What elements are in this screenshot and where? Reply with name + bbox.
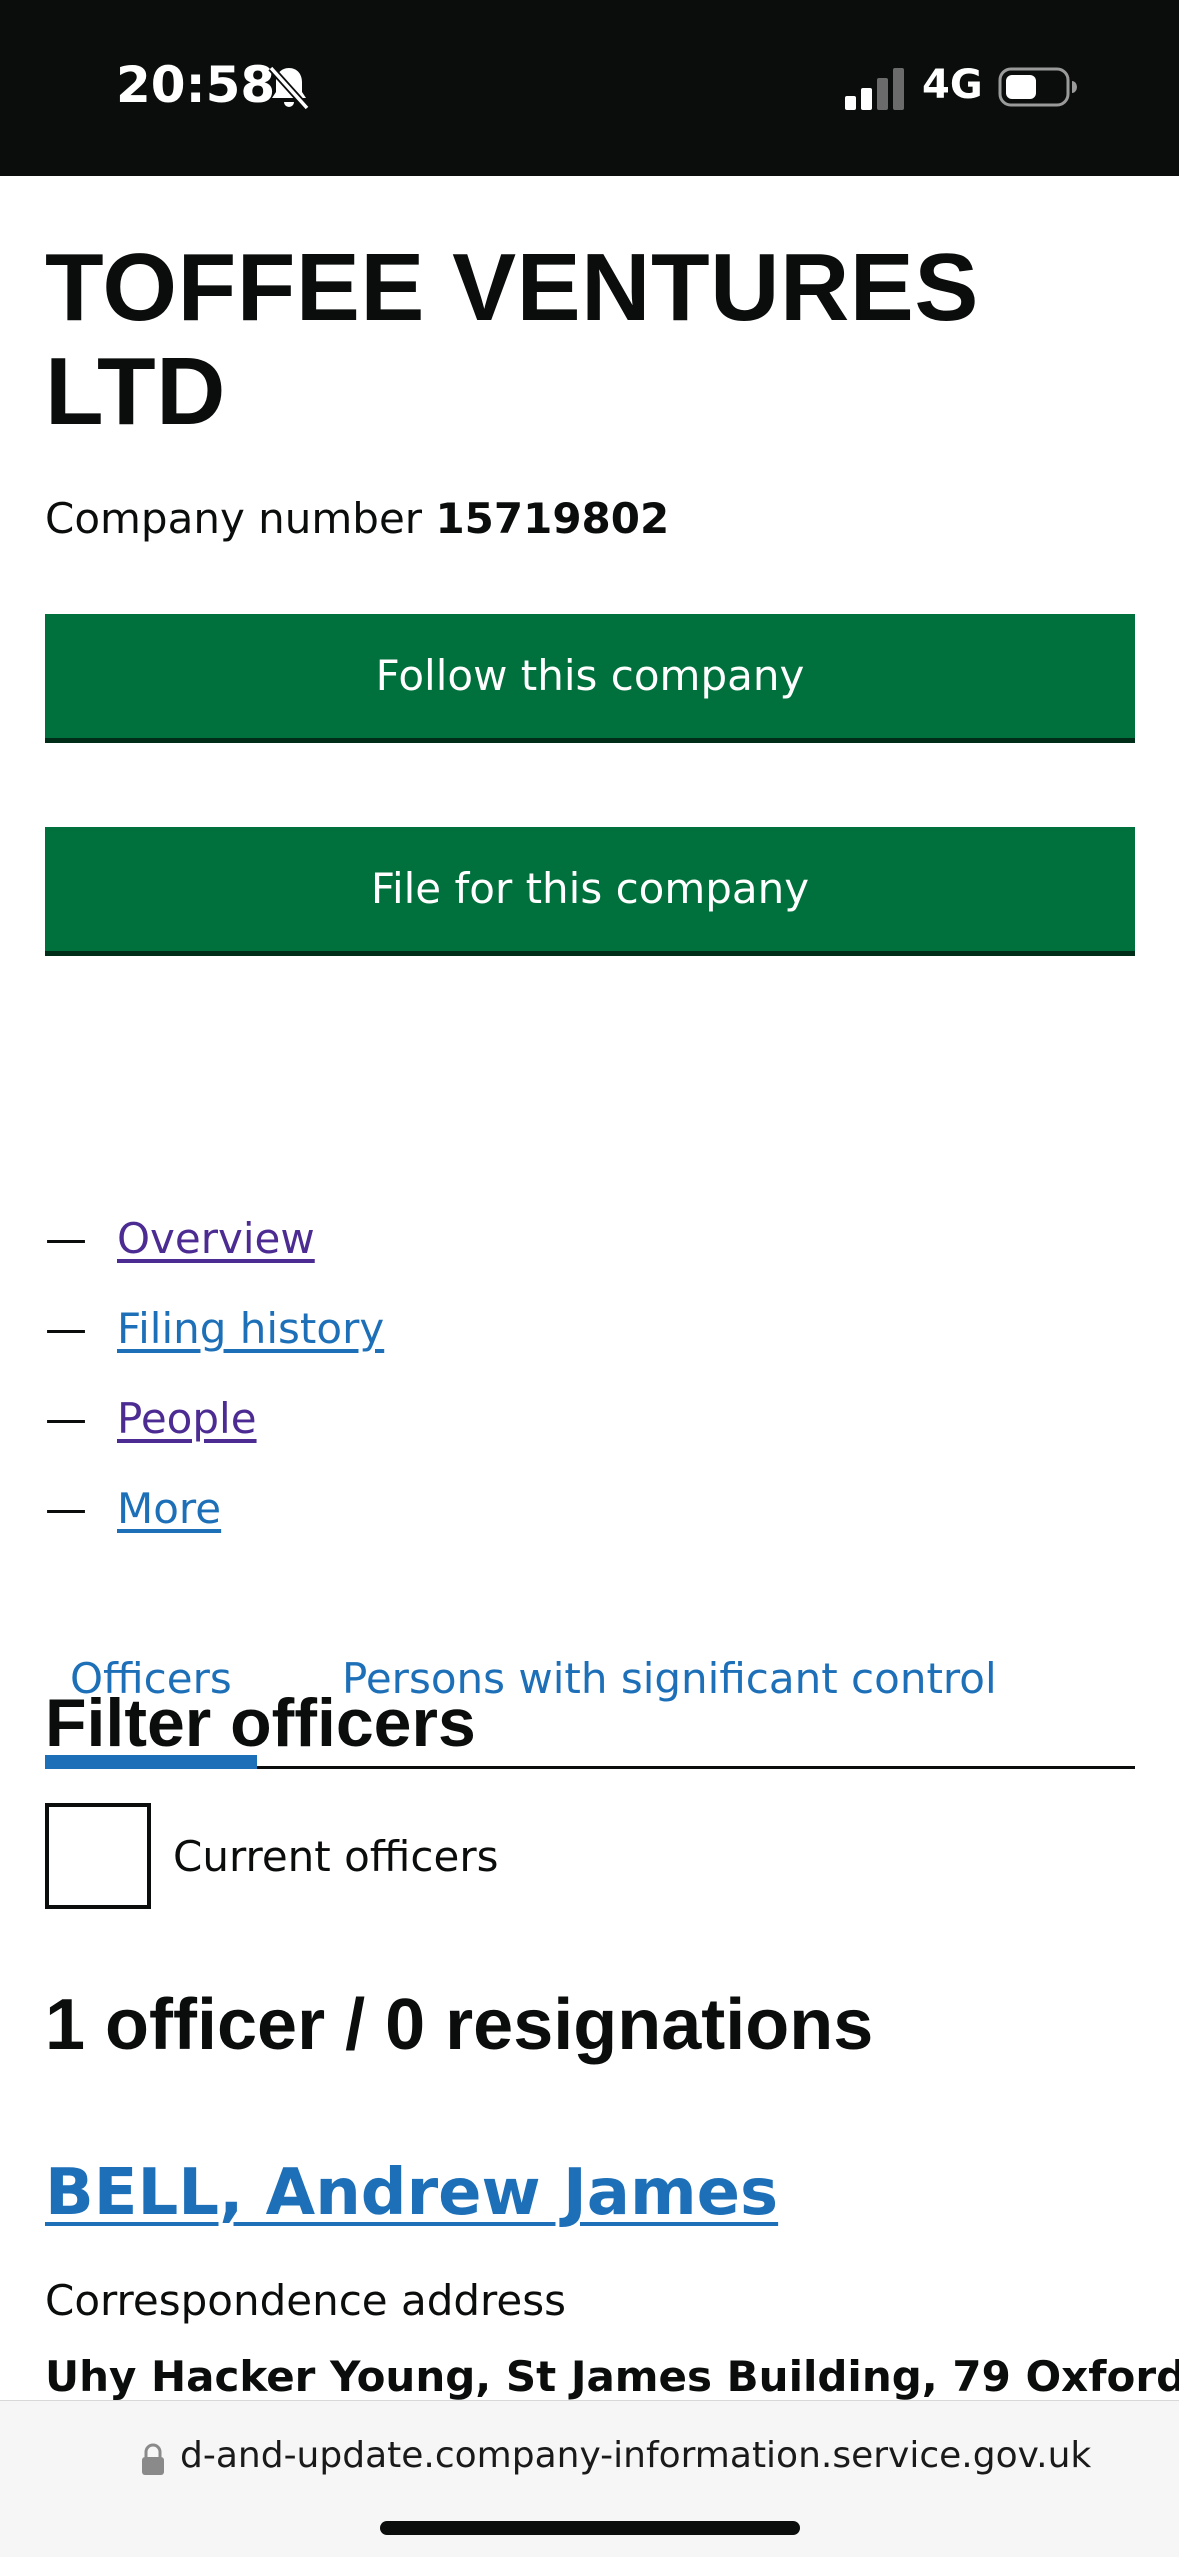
status-bar: 20:58 4G — [0, 0, 1179, 176]
correspondence-address-label: Correspondence address — [45, 2276, 567, 2325]
subnav-item-filing-history: — Filing history — [45, 1304, 384, 1394]
url-text[interactable]: d-and-update.company-information.service… — [180, 2435, 1091, 2476]
dash-icon: — — [45, 1214, 87, 1263]
dash-icon: — — [45, 1484, 87, 1533]
subnav-item-overview: — Overview — [45, 1214, 384, 1304]
bell-slash-icon — [268, 65, 310, 111]
current-officers-checkbox[interactable] — [45, 1803, 151, 1909]
subnav-link-people[interactable]: People — [117, 1394, 257, 1443]
current-officers-label[interactable]: Current officers — [173, 1832, 498, 1881]
cellular-signal-icon — [845, 68, 904, 110]
dash-icon: — — [45, 1394, 87, 1443]
filter-officers-heading: Filter officers — [45, 1685, 476, 1761]
status-time: 20:58 — [116, 56, 276, 114]
subnav-item-more: — More — [45, 1484, 384, 1574]
officer-name-link[interactable]: BELL, Andrew James — [45, 2156, 778, 2230]
company-subnav: — Overview — Filing history — People — M… — [45, 1214, 384, 1574]
subnav-link-more[interactable]: More — [117, 1484, 221, 1533]
subnav-link-filing-history[interactable]: Filing history — [117, 1304, 384, 1353]
browser-url-bar[interactable]: d-and-update.company-information.service… — [0, 2400, 1179, 2557]
network-type: 4G — [922, 62, 983, 108]
company-name: TOFFEE VENTURES LTD — [45, 234, 979, 445]
file-for-company-button[interactable]: File for this company — [45, 827, 1135, 951]
current-officers-filter: Current officers — [45, 1800, 498, 1912]
dash-icon: — — [45, 1304, 87, 1353]
company-number-value: 15719802 — [435, 494, 670, 543]
subnav-item-people: — People — [45, 1394, 384, 1484]
company-number-line: Company number 15719802 — [45, 494, 669, 543]
company-number-label: Company number — [45, 494, 423, 543]
battery-icon — [998, 67, 1077, 107]
correspondence-address-value: Uhy Hacker Young, St James Building, 79 … — [45, 2352, 1179, 2401]
officer-count-heading: 1 officer / 0 resignations — [45, 1985, 874, 2065]
follow-company-button[interactable]: Follow this company — [45, 614, 1135, 738]
home-indicator[interactable] — [380, 2521, 800, 2535]
lock-icon — [142, 2443, 164, 2475]
subnav-link-overview[interactable]: Overview — [117, 1214, 315, 1263]
